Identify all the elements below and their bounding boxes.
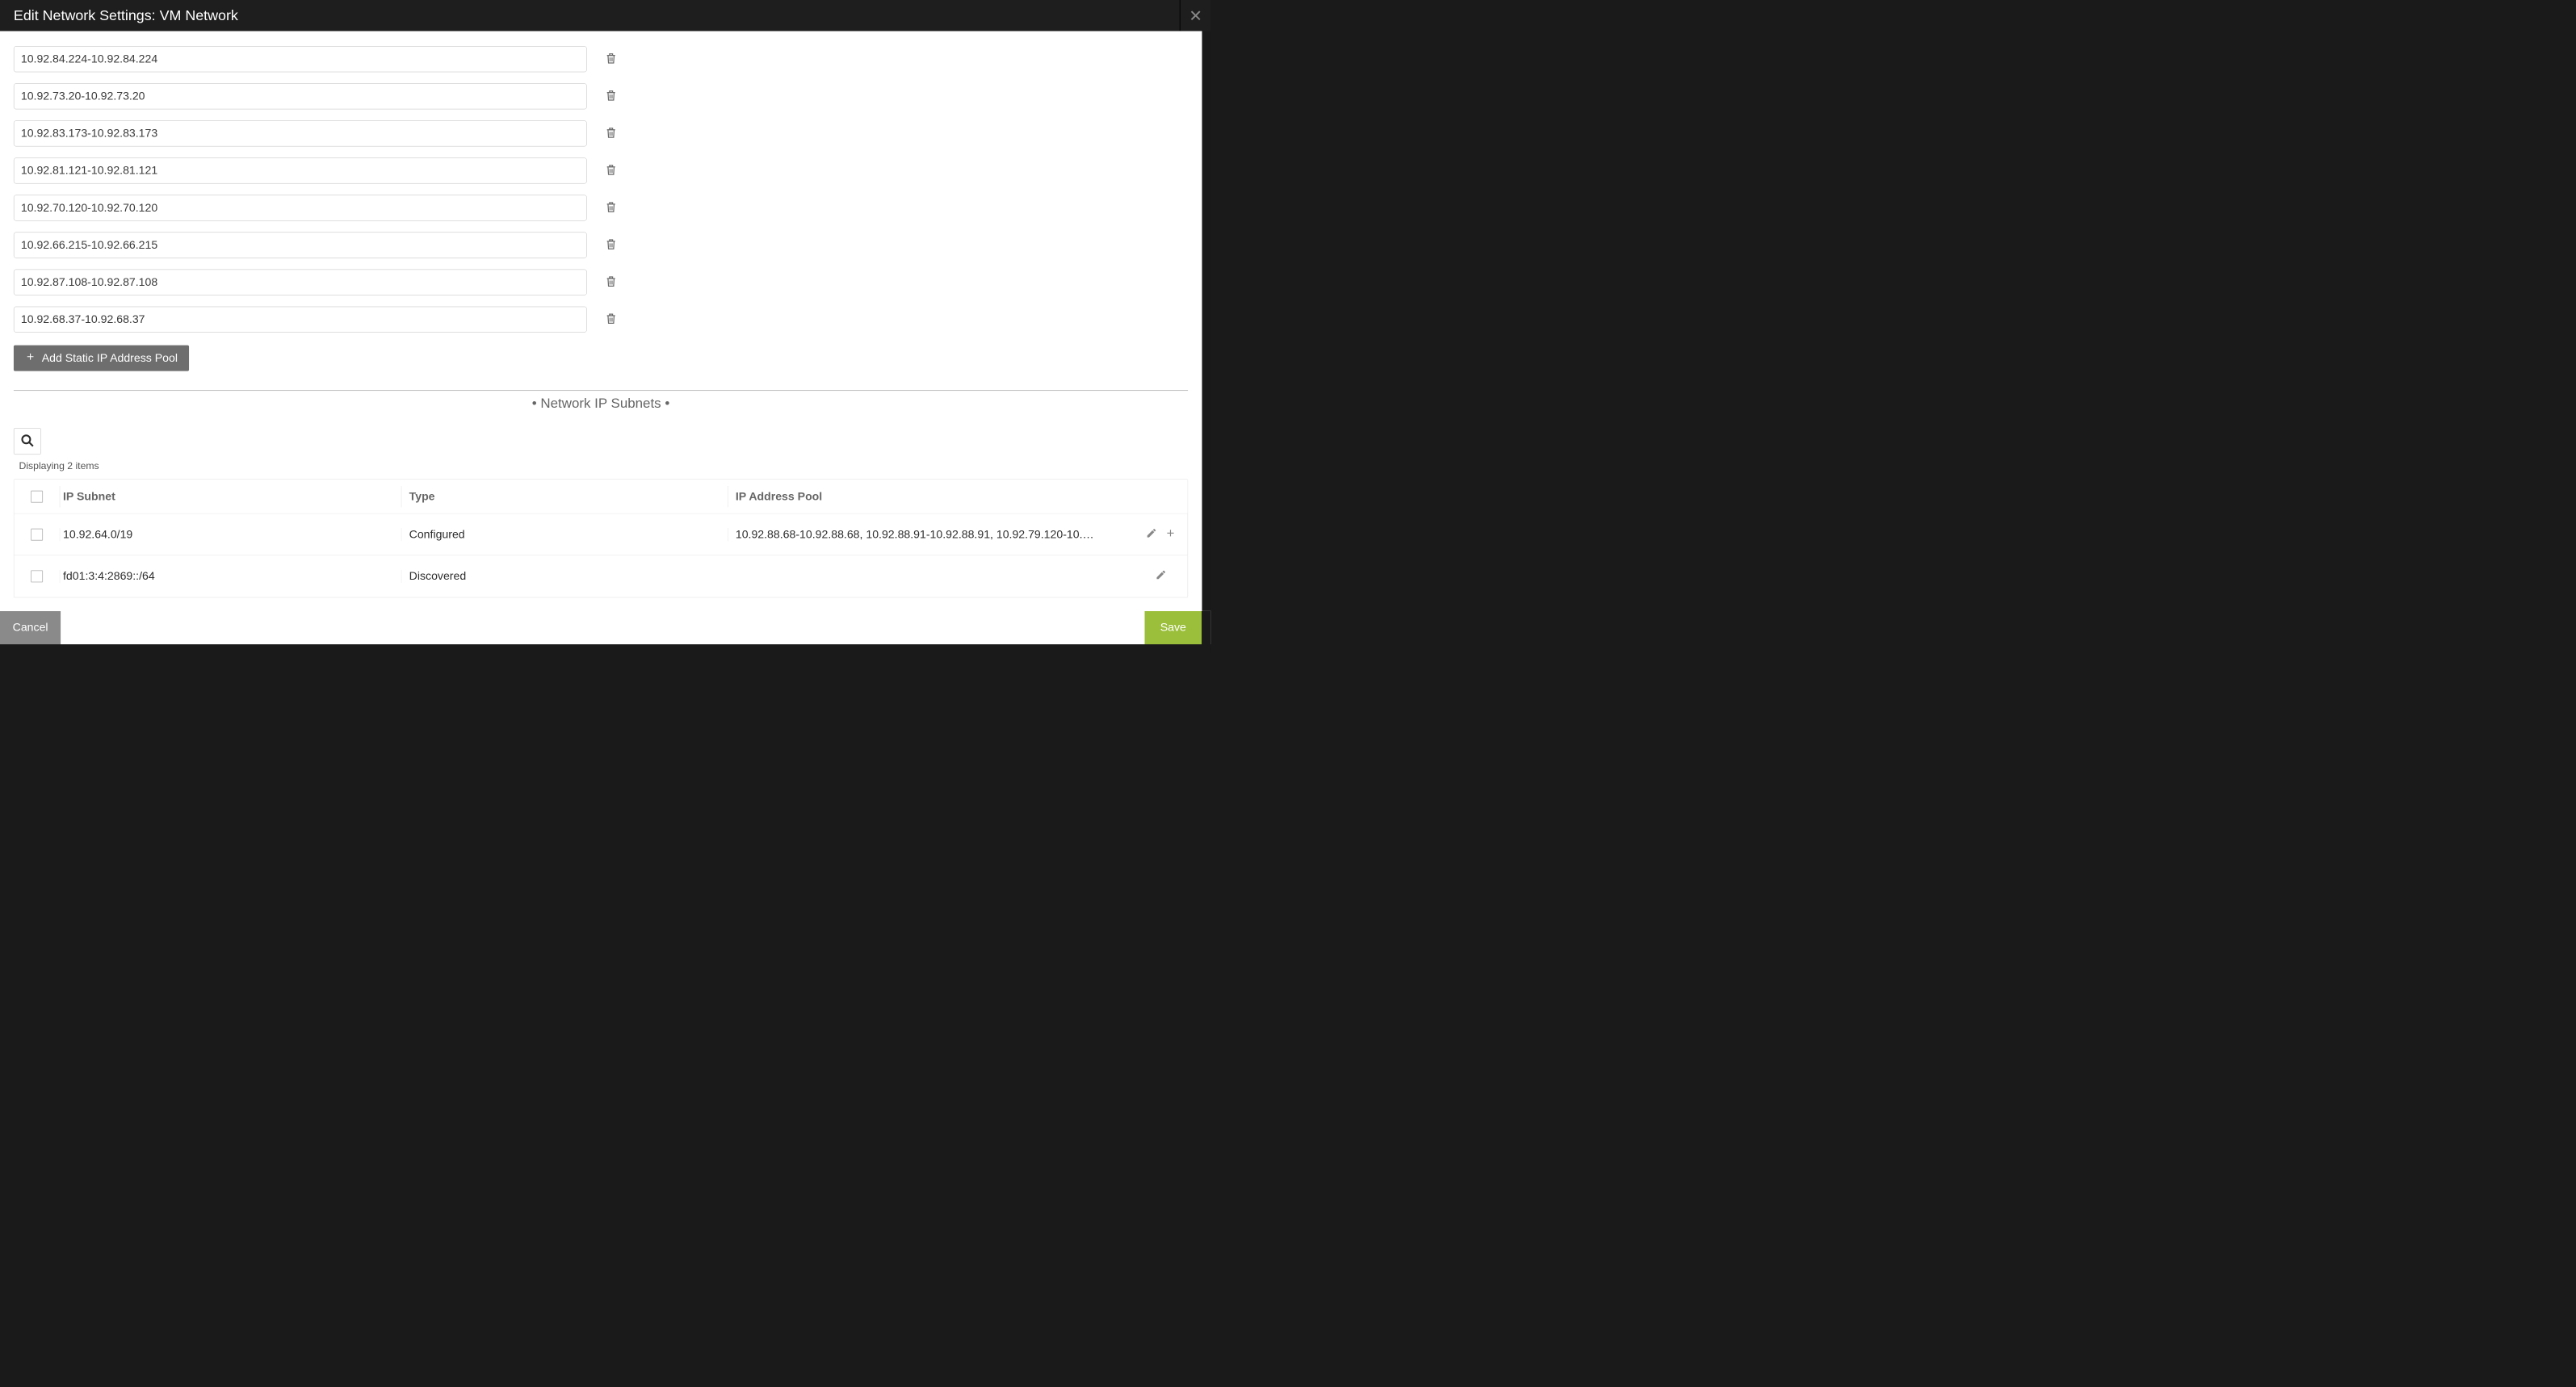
- row-checkbox[interactable]: [31, 570, 43, 582]
- trash-icon: [605, 52, 617, 67]
- delete-ip-pool-button[interactable]: [603, 89, 619, 104]
- cell-pool: 10.92.88.68-10.92.88.68, 10.92.88.91-10.…: [728, 528, 1135, 541]
- col-header-type[interactable]: Type: [401, 486, 728, 507]
- trash-icon: [605, 312, 617, 327]
- ip-pool-input[interactable]: [14, 195, 587, 221]
- ip-pool-row: [14, 270, 1188, 295]
- delete-ip-pool-button[interactable]: [603, 200, 619, 216]
- plus-icon: [25, 351, 36, 365]
- ip-pool-input[interactable]: [14, 120, 587, 146]
- ip-pool-input[interactable]: [14, 307, 587, 333]
- cell-subnet: 10.92.64.0/19: [60, 528, 401, 541]
- add-row-button[interactable]: [1164, 527, 1176, 542]
- cell-type: Discovered: [401, 570, 728, 583]
- pool-value: 10.92.88.68-10.92.88.68, 10.92.88.91-10.…: [736, 528, 1100, 541]
- pencil-icon: [1146, 529, 1157, 542]
- cell-subnet: fd01:3:4:2869::/64: [60, 570, 401, 583]
- edit-row-button[interactable]: [1156, 569, 1167, 584]
- trash-icon: [605, 200, 617, 216]
- search-button[interactable]: [14, 428, 41, 455]
- col-header-subnet[interactable]: IP Subnet: [60, 486, 401, 507]
- trash-icon: [605, 89, 617, 104]
- add-ip-pool-label: Add Static IP Address Pool: [42, 352, 178, 365]
- ip-pool-input[interactable]: [14, 83, 587, 109]
- modal-title: Edit Network Settings: VM Network: [14, 7, 238, 23]
- edit-row-button[interactable]: [1146, 527, 1157, 542]
- type-value: Configured: [409, 528, 465, 541]
- close-icon: ✕: [1189, 6, 1202, 25]
- ip-pool-row: [14, 158, 1188, 184]
- save-button[interactable]: Save: [1145, 611, 1202, 644]
- select-all-checkbox[interactable]: [31, 490, 43, 502]
- ip-pool-row: [14, 120, 1188, 146]
- table-row: fd01:3:4:2869::/64 Discovered: [14, 555, 1187, 597]
- section-subnets-label: • Network IP Subnets •: [525, 396, 676, 412]
- modal-footer: Cancel Save: [0, 611, 1210, 644]
- trash-icon: [605, 126, 617, 141]
- modal-body: Add Static IP Address Pool • Network IP …: [0, 31, 1210, 611]
- trash-icon: [605, 237, 617, 253]
- ip-pool-row: [14, 83, 1188, 109]
- pencil-icon: [1156, 571, 1167, 584]
- delete-ip-pool-button[interactable]: [603, 163, 619, 178]
- trash-icon: [605, 163, 617, 178]
- ip-pool-input[interactable]: [14, 233, 587, 258]
- search-icon: [20, 434, 34, 449]
- ip-pool-row: [14, 307, 1188, 333]
- subnet-value: 10.92.64.0/19: [63, 528, 132, 541]
- add-ip-pool-button[interactable]: Add Static IP Address Pool: [14, 346, 189, 371]
- delete-ip-pool-button[interactable]: [603, 237, 619, 253]
- ip-pool-input[interactable]: [14, 158, 587, 184]
- close-button[interactable]: ✕: [1180, 0, 1211, 31]
- ip-pool-row: [14, 195, 1188, 221]
- ip-pool-row: [14, 233, 1188, 258]
- save-label: Save: [1160, 621, 1186, 634]
- ip-pool-input[interactable]: [14, 46, 587, 72]
- cell-type: Configured: [401, 528, 728, 541]
- ip-pool-input[interactable]: [14, 270, 587, 295]
- cancel-button[interactable]: Cancel: [0, 611, 61, 644]
- delete-ip-pool-button[interactable]: [603, 274, 619, 290]
- plus-icon: [1164, 529, 1176, 542]
- ip-pool-row: [14, 46, 1188, 72]
- delete-ip-pool-button[interactable]: [603, 126, 619, 141]
- section-divider: • Network IP Subnets •: [14, 390, 1188, 413]
- subnets-table: IP Subnet Type IP Address Pool 10.92.64.…: [14, 480, 1188, 598]
- delete-ip-pool-button[interactable]: [603, 312, 619, 327]
- col-header-pool[interactable]: IP Address Pool: [728, 486, 1135, 507]
- displaying-count: Displaying 2 items: [19, 460, 1189, 472]
- type-value: Discovered: [409, 570, 467, 583]
- modal-header: Edit Network Settings: VM Network ✕: [0, 0, 1210, 31]
- table-row: 10.92.64.0/19 Configured 10.92.88.68-10.92…: [14, 513, 1187, 555]
- row-checkbox[interactable]: [31, 528, 43, 540]
- subnet-value: fd01:3:4:2869::/64: [63, 570, 155, 583]
- cancel-label: Cancel: [13, 621, 48, 634]
- delete-ip-pool-button[interactable]: [603, 52, 619, 67]
- table-header-row: IP Subnet Type IP Address Pool: [14, 480, 1187, 513]
- trash-icon: [605, 274, 617, 290]
